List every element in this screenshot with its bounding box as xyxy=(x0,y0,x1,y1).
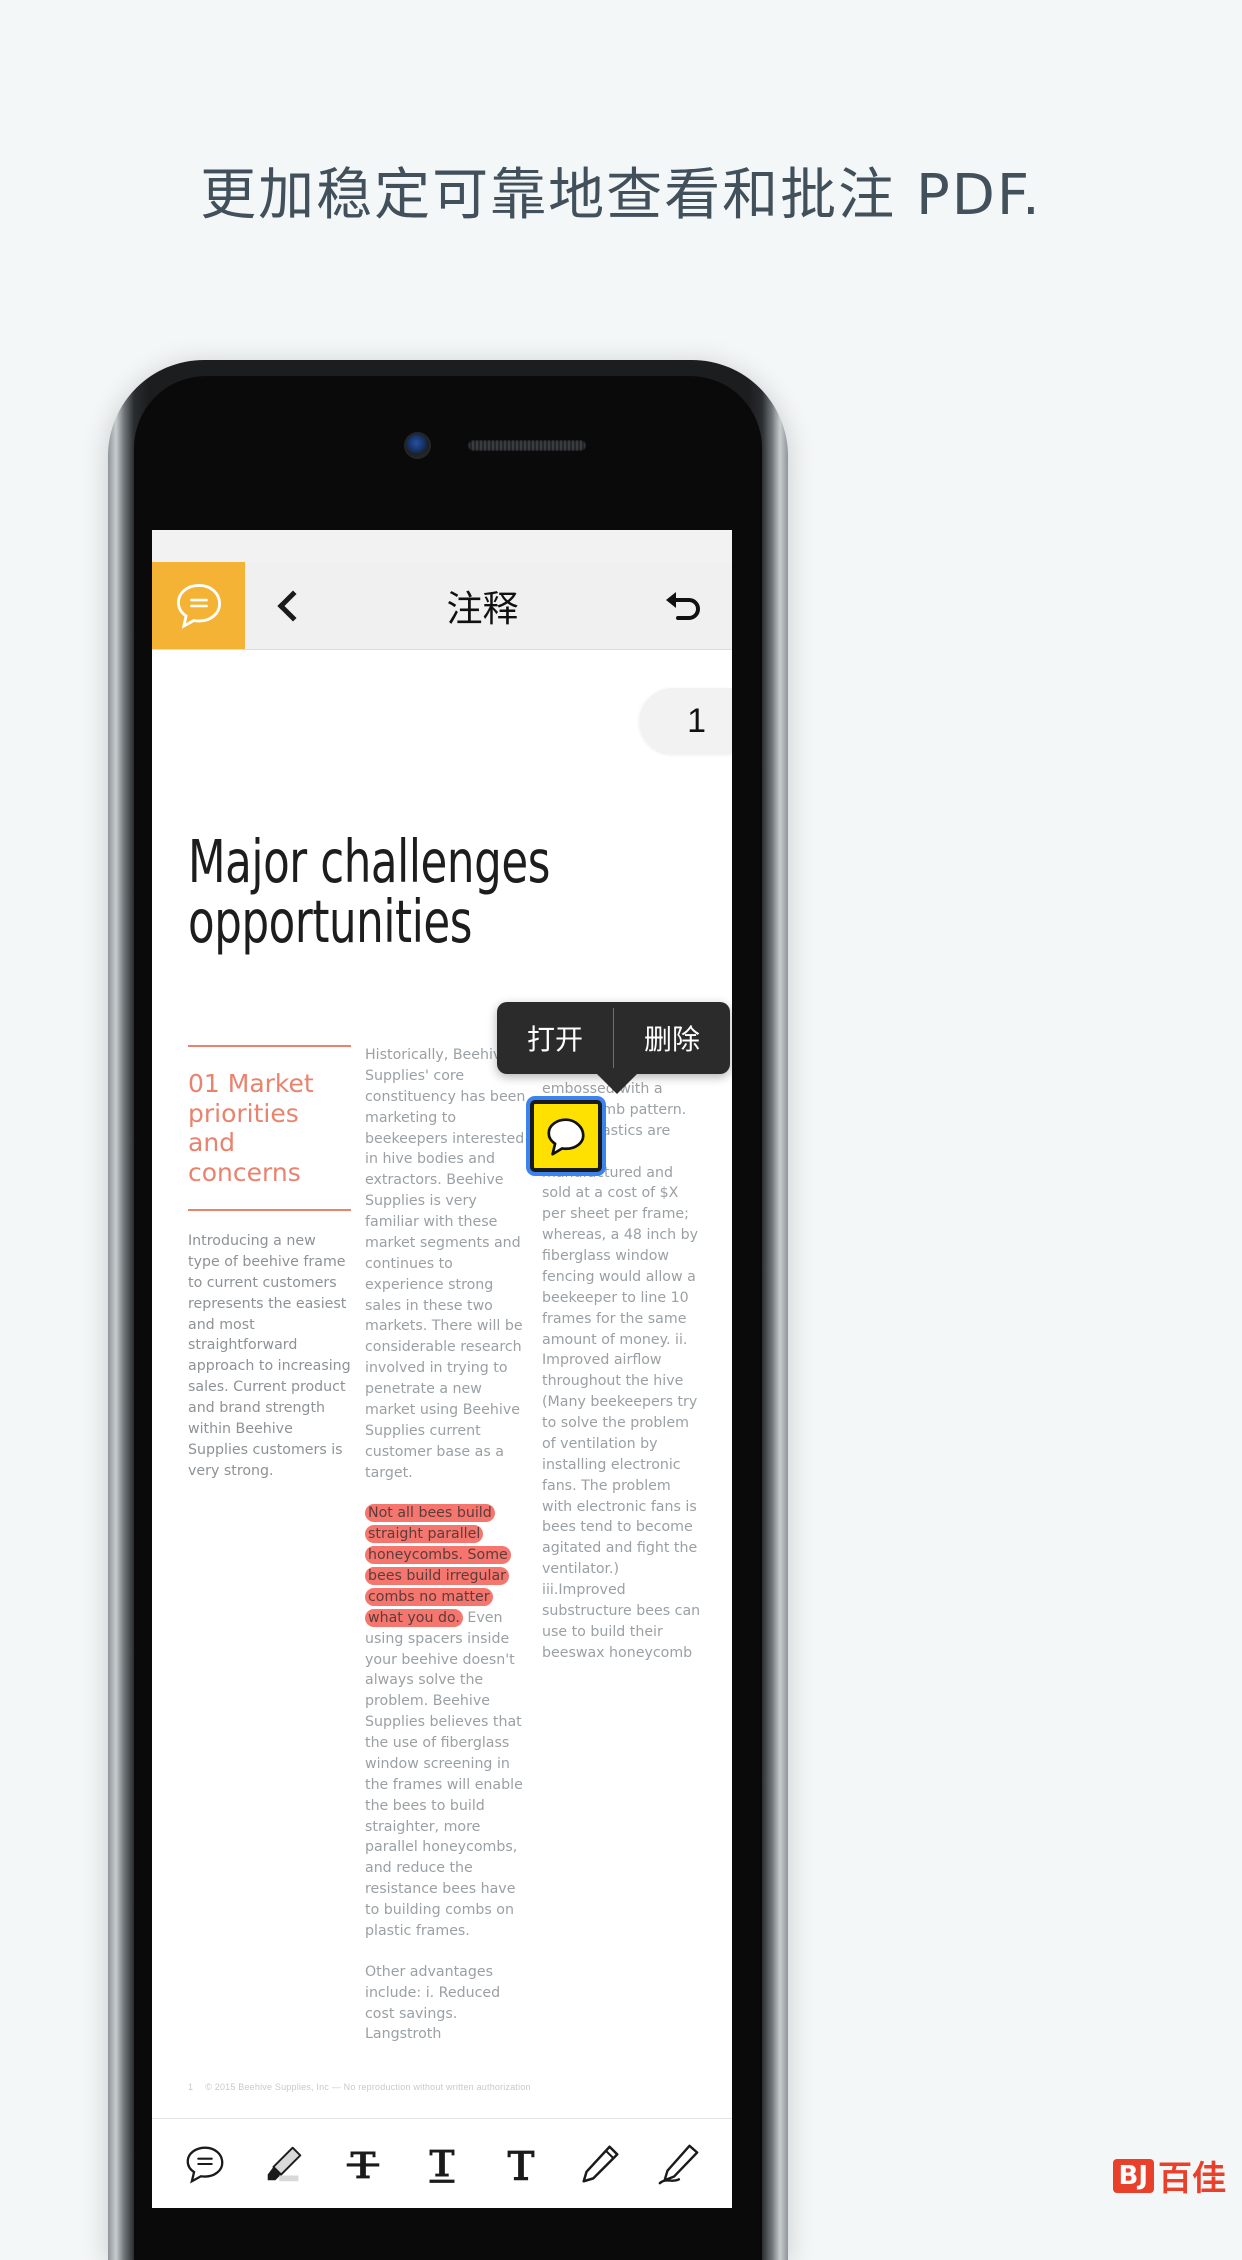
middle-paragraph-3: Other advantages include: i. Reduced cos… xyxy=(365,1963,501,2043)
watermark: BJ 百佳 xyxy=(1112,2151,1226,2200)
annotation-toolbar xyxy=(152,2118,732,2208)
strikethrough-tool-button[interactable] xyxy=(335,2136,391,2192)
column-middle: Historically, Beehive Supplies' core con… xyxy=(365,1045,528,2045)
pencil-icon xyxy=(582,2145,619,2182)
highlighter-pen-icon xyxy=(267,2146,302,2181)
middle-paragraph-2: Not all bees build straight parallel hon… xyxy=(365,1503,528,1941)
section-heading: 01 Market priorities and concerns xyxy=(188,1069,314,1187)
document-title: Major challenges opportunities xyxy=(188,827,550,957)
highlighter-tool-button[interactable] xyxy=(256,2136,312,2192)
underline-tool-button[interactable] xyxy=(414,2136,470,2192)
signature-tool-button[interactable] xyxy=(650,2136,706,2192)
middle-paragraph-1: Historically, Beehive Supplies' core con… xyxy=(365,1047,526,1481)
highlight-annotation[interactable]: Not all bees build straight parallel hon… xyxy=(365,1504,511,1627)
back-button[interactable] xyxy=(245,562,333,649)
left-column-body: Introducing a new type of beehive frame … xyxy=(188,1233,351,1479)
divider-bottom xyxy=(188,1209,351,1211)
signature-pen-icon xyxy=(659,2144,699,2184)
document-footer: 1 © 2015 Beehive Supplies, Inc — No repro… xyxy=(188,2082,531,2092)
strikethrough-text-icon xyxy=(346,2151,380,2178)
footer-copyright: © 2015 Beehive Supplies, Inc — No reprod… xyxy=(205,2082,531,2092)
watermark-text: 百佳 xyxy=(1158,2159,1226,2199)
undo-button[interactable] xyxy=(632,562,732,649)
pencil-tool-button[interactable] xyxy=(572,2136,628,2192)
popup-pointer-arrow xyxy=(595,1072,639,1094)
page-headline: 更加稳定可靠地查看和批注 PDF. xyxy=(200,163,1042,228)
front-camera-icon xyxy=(406,434,429,457)
undo-arrow-icon xyxy=(666,591,700,620)
app-header-bar: 注释 xyxy=(152,562,732,650)
watermark-badge: BJ xyxy=(1112,2158,1154,2193)
status-bar xyxy=(152,530,732,562)
popup-open-button[interactable]: 打开 xyxy=(497,1002,613,1074)
divider-top xyxy=(188,1045,351,1047)
underline-text-icon xyxy=(429,2149,455,2183)
earpiece-speaker xyxy=(468,440,586,451)
comment-bubble-icon xyxy=(176,583,221,629)
pdf-page-view[interactable]: 1 Major challenges opportunities 01 Mark… xyxy=(152,650,732,2118)
page-title: 注释 xyxy=(446,588,519,630)
column-left: 01 Market priorities and concerns Introd… xyxy=(188,1045,351,2045)
chevron-left-icon xyxy=(277,589,309,622)
text-tool-button[interactable] xyxy=(493,2136,549,2192)
annotation-mode-badge[interactable] xyxy=(152,562,245,649)
sticky-note-annotation[interactable] xyxy=(530,1100,602,1172)
popup-delete-button[interactable]: 删除 xyxy=(614,1002,730,1074)
annotation-context-menu: 打开 删除 xyxy=(497,1002,731,1094)
note-bubble-icon xyxy=(547,1118,585,1156)
page-number-badge: 1 xyxy=(640,688,732,754)
comment-tool-button[interactable] xyxy=(177,2136,233,2192)
middle-paragraph-2-rest: Even using spacers inside your beehive d… xyxy=(365,1609,523,1939)
phone-screen: 注释 1 Major challenges opportunities 01 M… xyxy=(152,530,732,2208)
footer-page-number: 1 xyxy=(188,2082,194,2092)
text-icon xyxy=(507,2150,535,2180)
document-columns: 01 Market priorities and concerns Introd… xyxy=(188,1045,706,2045)
comment-bubble-icon xyxy=(187,2146,224,2184)
column-right: embossed with a honeycomb pattern. These… xyxy=(542,1045,705,2045)
